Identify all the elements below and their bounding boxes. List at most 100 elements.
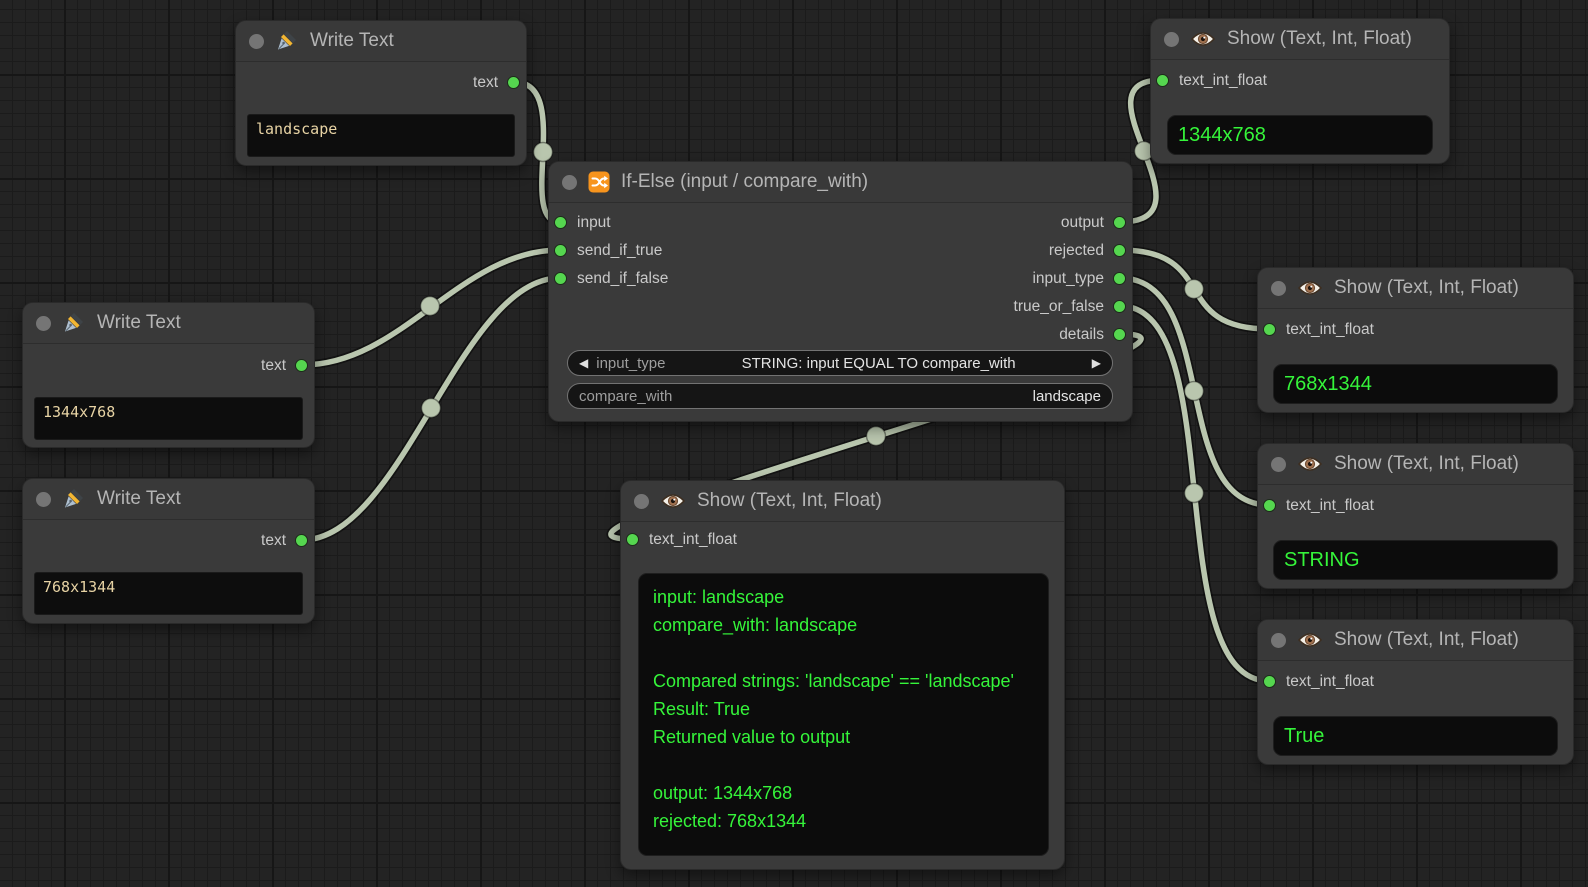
- collapse-toggle[interactable]: [1271, 457, 1286, 472]
- pen-icon: [62, 487, 86, 511]
- show-value-display[interactable]: 768x1344: [1273, 364, 1558, 404]
- node-title-bar[interactable]: Show (Text, Int, Float): [621, 481, 1064, 522]
- output-port-rejected[interactable]: [1113, 244, 1126, 257]
- output-port-input-type[interactable]: [1113, 272, 1126, 285]
- input-port-send-if-true[interactable]: [554, 244, 567, 257]
- input-type-combo-widget[interactable]: ◀ input_type STRING: input EQUAL TO comp…: [567, 350, 1113, 376]
- output-label-details: details: [1059, 325, 1104, 345]
- output-port-text[interactable]: [295, 359, 308, 372]
- node-write-text-768x1344[interactable]: Write Text text 768x1344: [22, 478, 315, 624]
- link-midpoint-dot[interactable]: [1185, 382, 1204, 401]
- input-port-text-int-float[interactable]: [626, 533, 639, 546]
- node-title-bar[interactable]: If-Else (input / compare_with): [549, 162, 1132, 203]
- output-label-text: text: [261, 531, 286, 551]
- input-label-send-if-false: send_if_false: [577, 269, 668, 289]
- collapse-toggle[interactable]: [36, 316, 51, 331]
- text-value-textarea[interactable]: landscape: [247, 114, 515, 157]
- input-label-text-int-float: text_int_float: [1286, 320, 1374, 340]
- input-label-input: input: [577, 213, 611, 233]
- node-title: If-Else (input / compare_with): [621, 171, 868, 193]
- node-title-bar[interactable]: Show (Text, Int, Float): [1258, 268, 1573, 309]
- collapse-toggle[interactable]: [1164, 32, 1179, 47]
- node-title: Show (Text, Int, Float): [697, 490, 882, 512]
- link-midpoint-dot[interactable]: [421, 297, 440, 316]
- node-title: Show (Text, Int, Float): [1334, 453, 1519, 475]
- node-title: Write Text: [310, 30, 394, 52]
- node-title-bar[interactable]: Show (Text, Int, Float): [1258, 444, 1573, 485]
- text-widget-label: compare_with: [579, 388, 672, 405]
- output-label-text: text: [473, 73, 498, 93]
- output-label-output: output: [1061, 213, 1104, 233]
- link-midpoint-dot[interactable]: [1185, 484, 1204, 503]
- combo-right-arrow-icon[interactable]: ▶: [1092, 350, 1101, 376]
- input-port-input[interactable]: [554, 216, 567, 229]
- show-value-display[interactable]: STRING: [1273, 540, 1558, 580]
- input-label-text-int-float: text_int_float: [1286, 672, 1374, 692]
- link-midpoint-dot[interactable]: [534, 143, 553, 162]
- collapse-toggle[interactable]: [562, 175, 577, 190]
- output-port-text[interactable]: [295, 534, 308, 547]
- eye-icon: [1297, 631, 1323, 649]
- output-port-output[interactable]: [1113, 216, 1126, 229]
- show-details-display[interactable]: input: landscape compare_with: landscape…: [638, 573, 1049, 856]
- input-label-text-int-float: text_int_float: [1179, 71, 1267, 91]
- input-port-text-int-float[interactable]: [1263, 323, 1276, 336]
- input-label-text-int-float: text_int_float: [1286, 496, 1374, 516]
- node-title-bar[interactable]: Show (Text, Int, Float): [1258, 620, 1573, 661]
- collapse-toggle[interactable]: [249, 34, 264, 49]
- pen-icon: [62, 311, 86, 335]
- input-port-text-int-float[interactable]: [1263, 675, 1276, 688]
- combo-label: input_type: [596, 355, 665, 372]
- output-label-rejected: rejected: [1049, 241, 1104, 261]
- node-title: Show (Text, Int, Float): [1334, 277, 1519, 299]
- node-show-1344x768[interactable]: Show (Text, Int, Float) text_int_float 1…: [1150, 18, 1450, 164]
- output-label-true-or-false: true_or_false: [1014, 297, 1104, 317]
- node-show-details[interactable]: Show (Text, Int, Float) text_int_float i…: [620, 480, 1065, 870]
- output-port-true-or-false[interactable]: [1113, 300, 1126, 313]
- link-midpoint-dot[interactable]: [867, 427, 886, 446]
- node-title-bar[interactable]: Show (Text, Int, Float): [1151, 19, 1449, 60]
- output-port-text[interactable]: [507, 76, 520, 89]
- output-port-details[interactable]: [1113, 328, 1126, 341]
- text-value-textarea[interactable]: 768x1344: [34, 572, 303, 615]
- node-title: Show (Text, Int, Float): [1334, 629, 1519, 651]
- pen-icon: [275, 29, 299, 53]
- node-show-768x1344[interactable]: Show (Text, Int, Float) text_int_float 7…: [1257, 267, 1574, 413]
- eye-icon: [660, 492, 686, 510]
- node-write-text-1344x768[interactable]: Write Text text 1344x768: [22, 302, 315, 448]
- node-if-else[interactable]: If-Else (input / compare_with) input sen…: [548, 161, 1133, 422]
- output-label-input-type: input_type: [1032, 269, 1104, 289]
- input-port-text-int-float[interactable]: [1263, 499, 1276, 512]
- node-title: Write Text: [97, 488, 181, 510]
- node-title: Show (Text, Int, Float): [1227, 28, 1412, 50]
- output-label-text: text: [261, 356, 286, 376]
- node-show-string[interactable]: Show (Text, Int, Float) text_int_float S…: [1257, 443, 1574, 589]
- collapse-toggle[interactable]: [1271, 281, 1286, 296]
- collapse-toggle[interactable]: [36, 492, 51, 507]
- shuffle-icon: [588, 171, 610, 193]
- node-title: Write Text: [97, 312, 181, 334]
- input-label-text-int-float: text_int_float: [649, 530, 737, 550]
- text-widget-value: landscape: [1033, 388, 1101, 405]
- node-title-bar[interactable]: Write Text: [23, 303, 314, 344]
- node-show-true[interactable]: Show (Text, Int, Float) text_int_float T…: [1257, 619, 1574, 765]
- input-port-text-int-float[interactable]: [1156, 74, 1169, 87]
- link-midpoint-dot[interactable]: [1185, 280, 1204, 299]
- collapse-toggle[interactable]: [1271, 633, 1286, 648]
- node-title-bar[interactable]: Write Text: [23, 479, 314, 520]
- show-value-display[interactable]: True: [1273, 716, 1558, 756]
- compare-with-text-widget[interactable]: compare_with landscape: [567, 383, 1113, 409]
- combo-value: STRING: input EQUAL TO compare_with: [673, 355, 1083, 372]
- eye-icon: [1190, 30, 1216, 48]
- link-midpoint-dot[interactable]: [422, 399, 441, 418]
- node-title-bar[interactable]: Write Text: [236, 21, 526, 62]
- eye-icon: [1297, 279, 1323, 297]
- show-value-display[interactable]: 1344x768: [1167, 115, 1433, 155]
- text-value-textarea[interactable]: 1344x768: [34, 397, 303, 440]
- node-write-text-landscape[interactable]: Write Text text landscape: [235, 20, 527, 166]
- eye-icon: [1297, 455, 1323, 473]
- combo-left-arrow-icon[interactable]: ◀: [579, 350, 588, 376]
- input-label-send-if-true: send_if_true: [577, 241, 662, 261]
- collapse-toggle[interactable]: [634, 494, 649, 509]
- input-port-send-if-false[interactable]: [554, 272, 567, 285]
